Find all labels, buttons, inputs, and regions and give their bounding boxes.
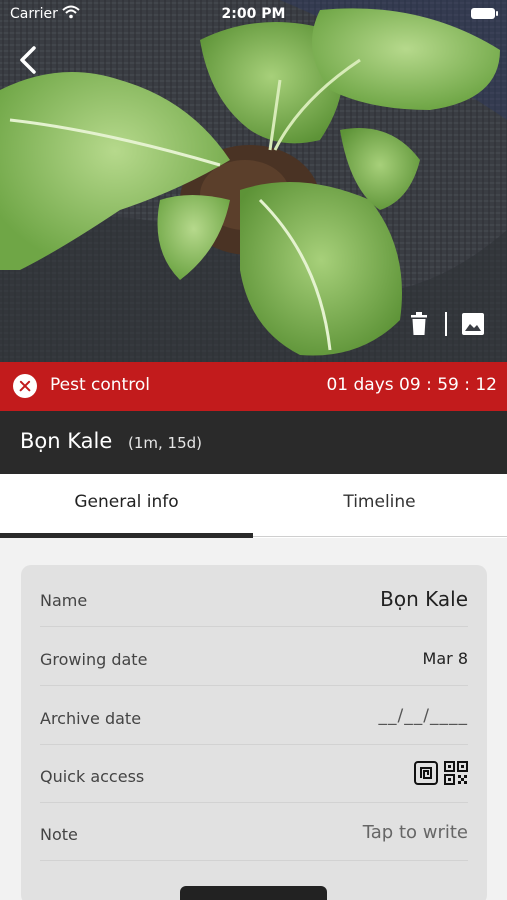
status-bar: Carrier 2:00 PM [0, 0, 507, 28]
quick-access-icons [414, 761, 468, 785]
nfc-tag-icon[interactable] [414, 761, 438, 785]
growing-date-row[interactable]: Growing date Mar 8 [40, 628, 468, 686]
tab-general-info[interactable]: General info [0, 474, 253, 538]
gallery-button[interactable] [461, 311, 485, 337]
name-value: Bọn Kale [380, 587, 468, 611]
tab-divider [253, 536, 507, 537]
alert-countdown: 01 days 09 : 59 : 12 [326, 375, 497, 395]
tab-timeline[interactable]: Timeline [253, 474, 506, 538]
note-label: Note [40, 825, 78, 844]
back-button[interactable] [14, 44, 44, 76]
delete-photo-button[interactable] [407, 311, 431, 337]
clock: 2:00 PM [221, 6, 286, 22]
alert-label: Pest control [50, 375, 150, 395]
quick-access-label: Quick access [40, 767, 145, 786]
plant-photo: Carrier 2:00 PM [0, 0, 507, 362]
plant-age: (1m, 15d) [128, 434, 203, 452]
image-icon [462, 313, 484, 335]
plant-name: Bọn Kale [20, 429, 113, 453]
archive-date-label: Archive date [40, 709, 142, 728]
plant-title-bar: Bọn Kale (1m, 15d) [0, 411, 507, 474]
growing-date-value: Mar 8 [422, 649, 468, 668]
bottom-action-button[interactable] [180, 886, 327, 900]
archive-date-row[interactable]: Archive date __/__/____ [40, 687, 468, 745]
name-row[interactable]: Name Bọn Kale [40, 569, 468, 627]
chevron-left-icon [20, 46, 36, 74]
action-divider [445, 312, 447, 336]
trash-icon [411, 312, 427, 335]
general-info-card: Name Bọn Kale Growing date Mar 8 Archive… [21, 565, 487, 900]
battery-icon [471, 8, 498, 19]
archive-date-value: __/__/____ [378, 706, 468, 726]
quick-access-row: Quick access [40, 745, 468, 803]
growing-date-label: Growing date [40, 650, 148, 669]
note-row[interactable]: Note Tap to write [40, 803, 468, 861]
name-label: Name [40, 591, 88, 610]
close-circle-icon[interactable] [13, 374, 37, 398]
note-placeholder[interactable]: Tap to write [363, 822, 468, 843]
tab-bar: General info Timeline [0, 474, 507, 538]
qr-code-icon[interactable] [444, 761, 468, 785]
kale-photo-illustration [0, 0, 507, 362]
photo-actions [407, 310, 485, 338]
pest-control-alert[interactable]: Pest control 01 days 09 : 59 : 12 [0, 362, 507, 411]
